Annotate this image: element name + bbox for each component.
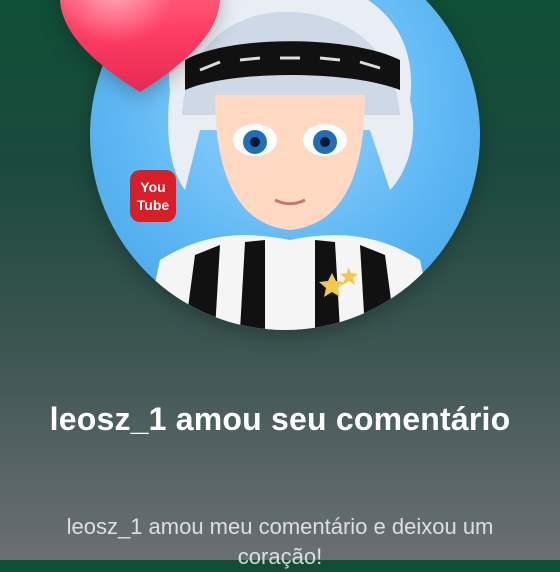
youtube-logo-icon: You Tube xyxy=(130,170,176,222)
youtube-logo-line2: Tube xyxy=(137,197,170,213)
youtube-logo-line1: You xyxy=(140,179,165,195)
notification-title: leosz_1 amou seu comentário xyxy=(49,401,511,437)
love-notification-screen: You Tube leosz_1 amou seu comentário leo… xyxy=(0,0,560,569)
notification-subtitle: leosz_1 amou meu comentário e deixou um … xyxy=(66,514,494,569)
heart-icon xyxy=(60,0,220,92)
